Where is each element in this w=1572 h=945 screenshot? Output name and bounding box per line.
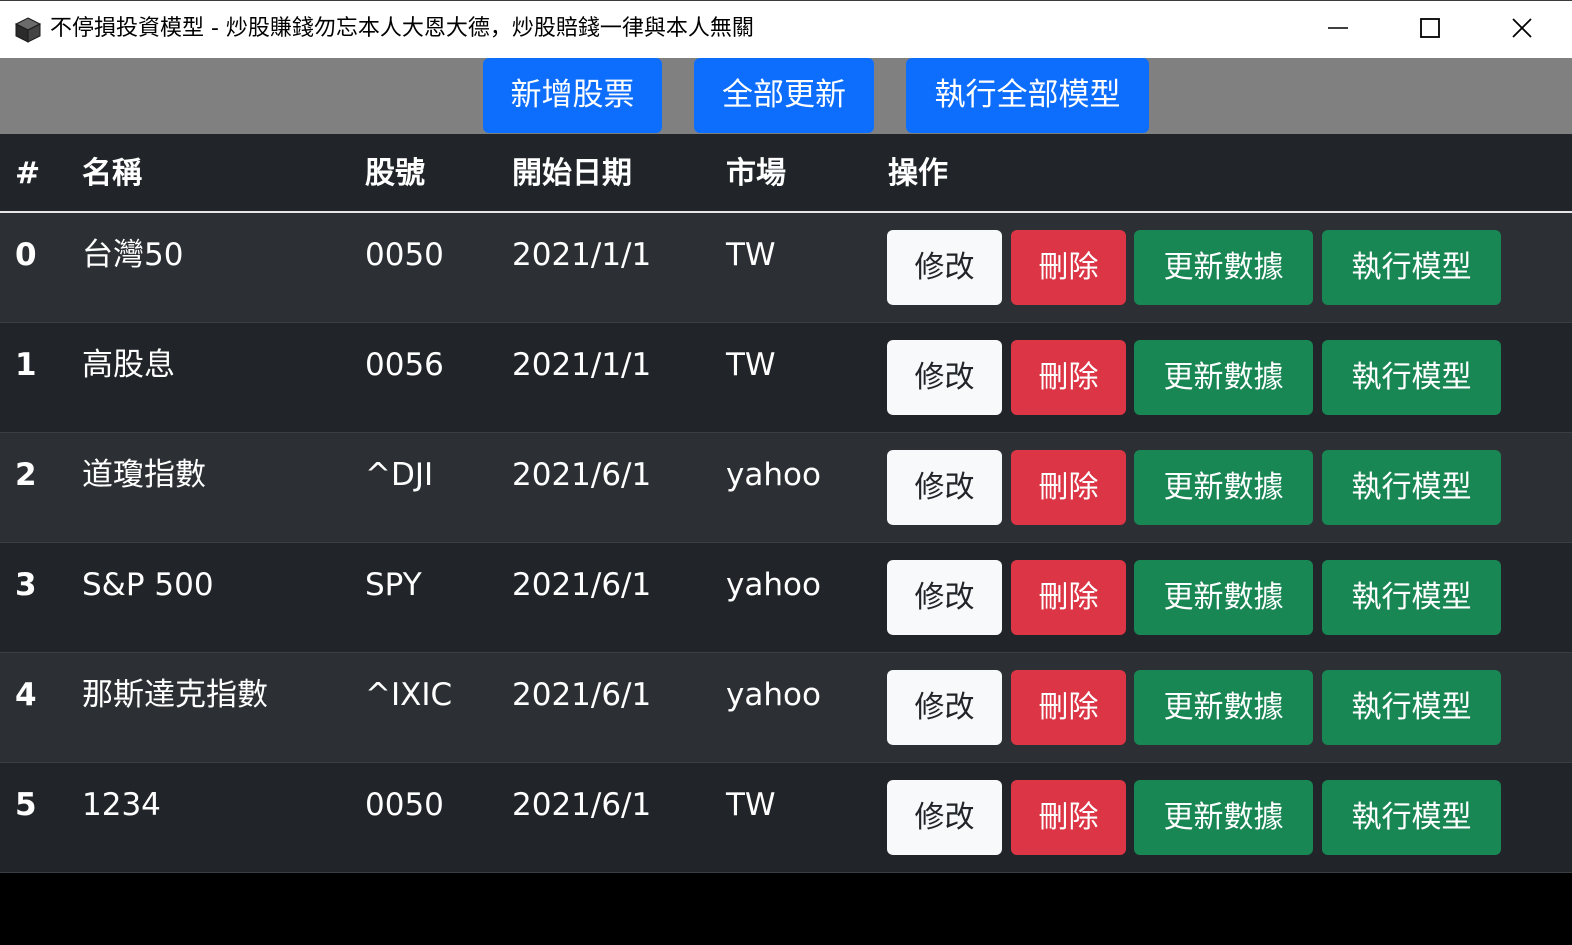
run-model-button[interactable]: 執行模型 xyxy=(1322,560,1501,635)
update-data-button[interactable]: 更新數據 xyxy=(1134,230,1313,305)
row-code: SPY xyxy=(365,567,422,603)
run-model-button[interactable]: 執行模型 xyxy=(1322,450,1501,525)
delete-button[interactable]: 刪除 xyxy=(1011,340,1126,415)
run-model-button[interactable]: 執行模型 xyxy=(1322,340,1501,415)
row-name: 1234 xyxy=(82,787,161,823)
minimize-button[interactable] xyxy=(1292,1,1384,58)
header-start-date: 開始日期 xyxy=(512,156,632,191)
header-code: 股號 xyxy=(365,156,425,191)
minimize-icon xyxy=(1327,17,1349,43)
row-start-date: 2021/1/1 xyxy=(512,347,652,383)
row-market: TW xyxy=(726,787,776,823)
row-code: ^IXIC xyxy=(365,677,453,713)
row-market: TW xyxy=(726,237,776,273)
row-start-date: 2021/6/1 xyxy=(512,457,652,493)
row-name: S&P 500 xyxy=(82,567,214,603)
delete-button[interactable]: 刪除 xyxy=(1011,560,1126,635)
row-index: 4 xyxy=(15,677,37,713)
table-row: 5 1234 0050 2021/6/1 TW 修改 刪除 更新數據 執行模型 xyxy=(0,763,1572,873)
row-market: yahoo xyxy=(726,567,821,603)
close-button[interactable] xyxy=(1476,1,1568,58)
header-index: # xyxy=(15,156,41,191)
window-title: 不停損投資模型 - 炒股賺錢勿忘本人大恩大德，炒股賠錢一律與本人無關 xyxy=(50,16,754,41)
table-header: # 名稱 股號 開始日期 市場 操作 xyxy=(0,134,1572,213)
row-index: 1 xyxy=(15,347,37,383)
row-code: 0056 xyxy=(365,347,444,383)
header-actions: 操作 xyxy=(888,156,948,191)
row-index: 0 xyxy=(15,237,37,273)
delete-button[interactable]: 刪除 xyxy=(1011,670,1126,745)
close-icon xyxy=(1511,17,1533,43)
run-model-button[interactable]: 執行模型 xyxy=(1322,230,1501,305)
delete-button[interactable]: 刪除 xyxy=(1011,230,1126,305)
row-start-date: 2021/1/1 xyxy=(512,237,652,273)
row-code: 0050 xyxy=(365,237,444,273)
app-window: 不停損投資模型 - 炒股賺錢勿忘本人大恩大德，炒股賠錢一律與本人無關 新增股票 … xyxy=(0,0,1572,945)
edit-button[interactable]: 修改 xyxy=(887,780,1002,855)
table-row: 0 台灣50 0050 2021/1/1 TW 修改 刪除 更新數據 執行模型 xyxy=(0,213,1572,323)
table-row: 2 道瓊指數 ^DJI 2021/6/1 yahoo 修改 刪除 更新數據 執行… xyxy=(0,433,1572,543)
maximize-icon xyxy=(1419,17,1441,43)
row-index: 2 xyxy=(15,457,37,493)
delete-button[interactable]: 刪除 xyxy=(1011,780,1126,855)
row-market: yahoo xyxy=(726,677,821,713)
table-row: 3 S&P 500 SPY 2021/6/1 yahoo 修改 刪除 更新數據 … xyxy=(0,543,1572,653)
edit-button[interactable]: 修改 xyxy=(887,340,1002,415)
row-market: yahoo xyxy=(726,457,821,493)
toolbar: 新增股票 全部更新 執行全部模型 xyxy=(0,58,1572,134)
row-start-date: 2021/6/1 xyxy=(512,787,652,823)
edit-button[interactable]: 修改 xyxy=(887,230,1002,305)
row-start-date: 2021/6/1 xyxy=(512,567,652,603)
edit-button[interactable]: 修改 xyxy=(887,670,1002,745)
row-name: 道瓊指數 xyxy=(82,457,206,493)
add-stock-button[interactable]: 新增股票 xyxy=(483,58,662,133)
delete-button[interactable]: 刪除 xyxy=(1011,450,1126,525)
cube-icon xyxy=(14,16,42,44)
title-bar[interactable]: 不停損投資模型 - 炒股賺錢勿忘本人大恩大德，炒股賠錢一律與本人無關 xyxy=(0,0,1572,58)
row-index: 3 xyxy=(15,567,37,603)
edit-button[interactable]: 修改 xyxy=(887,560,1002,635)
row-name: 高股息 xyxy=(82,347,175,383)
edit-button[interactable]: 修改 xyxy=(887,450,1002,525)
run-model-button[interactable]: 執行模型 xyxy=(1322,780,1501,855)
row-code: 0050 xyxy=(365,787,444,823)
table-row: 1 高股息 0056 2021/1/1 TW 修改 刪除 更新數據 執行模型 xyxy=(0,323,1572,433)
update-all-button[interactable]: 全部更新 xyxy=(694,58,874,133)
run-model-button[interactable]: 執行模型 xyxy=(1322,670,1501,745)
update-data-button[interactable]: 更新數據 xyxy=(1134,670,1313,745)
header-name: 名稱 xyxy=(82,156,142,191)
row-name: 台灣50 xyxy=(82,237,184,273)
row-market: TW xyxy=(726,347,776,383)
update-data-button[interactable]: 更新數據 xyxy=(1134,780,1313,855)
update-data-button[interactable]: 更新數據 xyxy=(1134,450,1313,525)
row-name: 那斯達克指數 xyxy=(82,677,268,713)
header-market: 市場 xyxy=(726,156,786,191)
row-index: 5 xyxy=(15,787,37,823)
table-row: 4 那斯達克指數 ^IXIC 2021/6/1 yahoo 修改 刪除 更新數據… xyxy=(0,653,1572,763)
update-data-button[interactable]: 更新數據 xyxy=(1134,560,1313,635)
maximize-button[interactable] xyxy=(1384,1,1476,58)
row-code: ^DJI xyxy=(365,457,434,493)
row-start-date: 2021/6/1 xyxy=(512,677,652,713)
update-data-button[interactable]: 更新數據 xyxy=(1134,340,1313,415)
stock-table: # 名稱 股號 開始日期 市場 操作 0 台灣50 0050 2021/1/1 … xyxy=(0,134,1572,873)
run-all-models-button[interactable]: 執行全部模型 xyxy=(906,58,1149,133)
